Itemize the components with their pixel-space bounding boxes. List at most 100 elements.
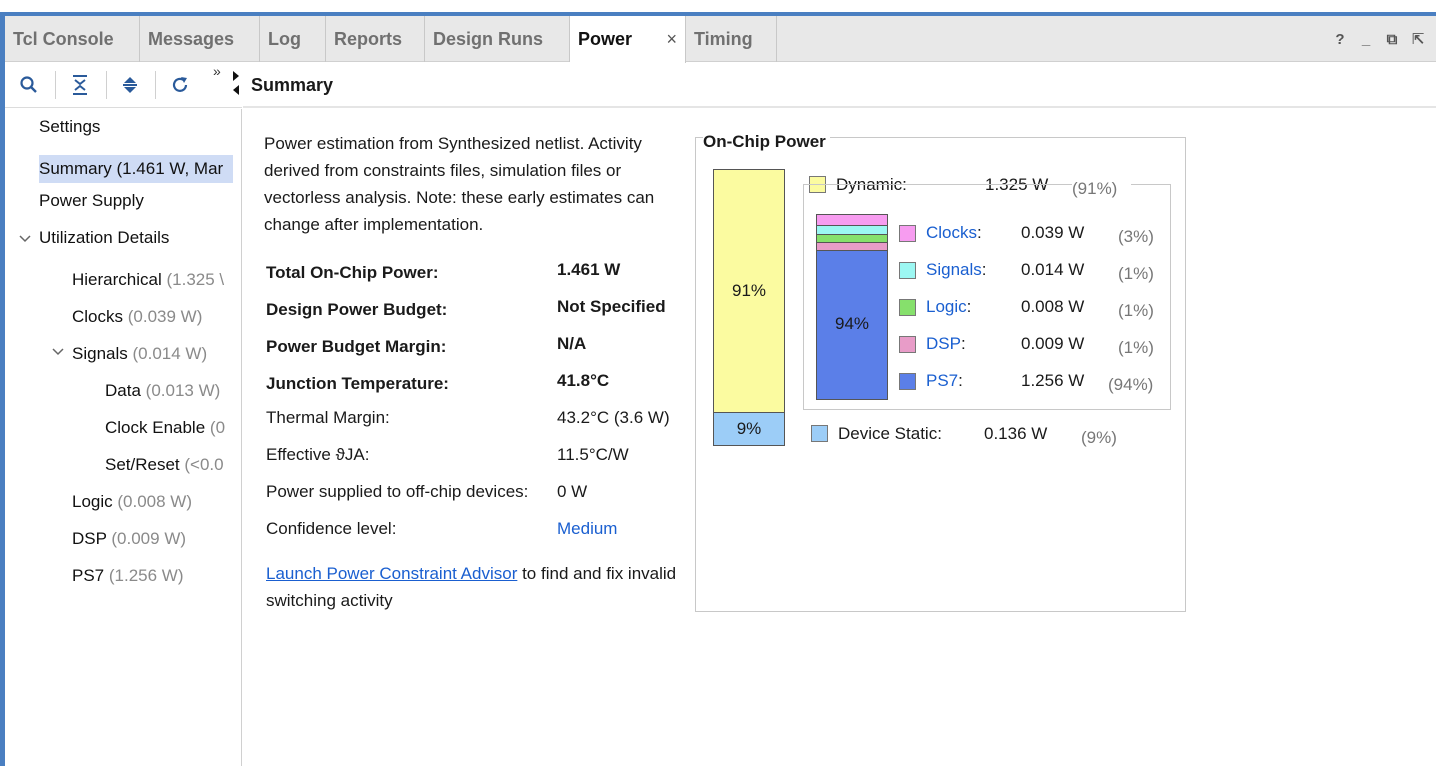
search-icon[interactable] (17, 73, 41, 97)
tree-item-set-reset[interactable]: Set/Reset (<0.0 (105, 451, 224, 479)
tree-item-utilization-details[interactable]: Utilization Details (39, 224, 169, 252)
tree-item-ps7[interactable]: PS7 (1.256 W) (72, 562, 184, 590)
tree-item-power-supply[interactable]: Power Supply (39, 187, 144, 215)
junction-temp-label: Junction Temperature: (266, 374, 449, 393)
restore-icon[interactable]: ⧉ (1384, 31, 1400, 48)
colon: : (981, 260, 987, 279)
tree-item-value: (0.009 W) (111, 529, 187, 548)
on-chip-power-title: On-Chip Power (703, 132, 830, 152)
tab-label: Power (578, 29, 633, 49)
chevron-down-icon[interactable] (52, 348, 64, 356)
signals-link[interactable]: Signals (926, 260, 982, 279)
effective-theta-label: Effective ϑJA: (266, 445, 370, 464)
junction-temp-value: 41.8°C (557, 371, 610, 390)
tab-label: Messages (148, 28, 235, 49)
tree-item-value: (1.256 W) (108, 566, 184, 585)
ps7-link[interactable]: PS7 (926, 371, 958, 390)
tab-timing[interactable]: Timing (686, 16, 777, 62)
tab-bar: Tcl Console Messages Log Reports Design … (5, 16, 1436, 63)
tab-design-runs[interactable]: Design Runs (425, 16, 570, 62)
clocks-swatch (899, 225, 916, 242)
static-swatch (811, 425, 828, 442)
logic-pct: (1%) (1118, 301, 1154, 320)
static-bar-label: 9% (736, 419, 762, 438)
dynamic-bar-label: 91% (731, 281, 767, 300)
signals-row: Signals: (926, 260, 987, 280)
logic-link[interactable]: Logic (926, 297, 967, 316)
signals-swatch (899, 262, 916, 279)
tree-item-clocks[interactable]: Clocks (0.039 W) (72, 303, 202, 331)
dsp-value: 0.009 W (1021, 334, 1085, 353)
off-chip-power-value: 0 W (557, 482, 588, 501)
report-tree: Settings Summary (1.461 W, Mar Power Sup… (5, 109, 242, 766)
total-power-label: Total On-Chip Power: (266, 263, 439, 282)
tree-item-summary[interactable]: Summary (1.461 W, Mar (39, 155, 233, 183)
help-icon[interactable]: ? (1332, 31, 1348, 48)
tree-item-value: (0.008 W) (117, 492, 193, 511)
tab-log[interactable]: Log (260, 16, 326, 62)
tab-tcl-console[interactable]: Tcl Console (5, 16, 140, 62)
logic-value: 0.008 W (1021, 297, 1085, 316)
tree-item-label: Settings (39, 117, 101, 136)
tree-item-value: (0.013 W) (145, 381, 221, 400)
tree-item-value: (<0.0 (184, 455, 224, 474)
thermal-margin-label: Thermal Margin: (266, 408, 390, 427)
dsp-row: DSP: (926, 334, 966, 354)
tree-item-clock-enable[interactable]: Clock Enable (0 (105, 414, 225, 442)
chevron-down-icon[interactable] (19, 235, 31, 243)
clocks-pct: (3%) (1118, 227, 1154, 246)
dsp-link[interactable]: DSP (926, 334, 961, 353)
close-icon[interactable]: × (666, 29, 677, 50)
refresh-icon[interactable] (168, 73, 192, 97)
static-value: 0.136 W (984, 424, 1048, 443)
budget-margin-label: Power Budget Margin: (266, 337, 447, 356)
clocks-link[interactable]: Clocks (926, 223, 977, 242)
advisor-note: Launch Power Constraint Advisor to find … (266, 560, 686, 614)
tree-item-hierarchical[interactable]: Hierarchical (1.325 \ (72, 266, 224, 294)
tree-item-label: Clocks (72, 307, 124, 326)
static-label: Device Static: (838, 424, 942, 443)
signals-value: 0.014 W (1021, 260, 1085, 279)
tree-item-label: Utilization Details (39, 228, 170, 247)
static-pct: (9%) (1081, 428, 1117, 447)
signals-bar-segment (817, 226, 887, 235)
clocks-bar-segment (817, 215, 887, 226)
tab-power[interactable]: Power × (570, 16, 686, 63)
thermal-margin-value: 43.2°C (3.6 W) (557, 408, 670, 427)
tree-item-signals[interactable]: Signals (0.014 W) (72, 340, 207, 368)
tab-messages[interactable]: Messages (140, 16, 260, 62)
tree-item-label: Logic (72, 492, 113, 511)
logic-bar-segment (817, 235, 887, 243)
tree-item-value: (0.039 W) (127, 307, 203, 326)
expand-all-icon[interactable] (118, 73, 142, 97)
collapse-all-icon[interactable] (68, 73, 92, 97)
ps7-value: 1.256 W (1021, 371, 1085, 390)
effective-theta-value: 11.5°C/W (557, 445, 629, 464)
colon: : (977, 223, 982, 242)
overflow-chevron-icon[interactable]: » (213, 63, 221, 79)
tab-label: Tcl Console (13, 28, 114, 49)
power-budget-label: Design Power Budget: (266, 300, 448, 319)
colon: : (960, 334, 966, 353)
tree-item-label: Set/Reset (105, 455, 180, 474)
dsp-bar-segment (817, 243, 887, 251)
float-icon[interactable]: ⇱ (1410, 30, 1426, 48)
splitter-handle[interactable] (233, 71, 239, 97)
budget-margin-value: N/A (557, 334, 587, 353)
tab-reports[interactable]: Reports (326, 16, 425, 62)
ps7-swatch (899, 373, 916, 390)
tab-label: Reports (334, 28, 403, 49)
tree-item-label: Hierarchical (72, 270, 162, 289)
tree-item-label: Signals (72, 344, 128, 363)
tree-item-dsp[interactable]: DSP (0.009 W) (72, 525, 186, 553)
confidence-level-link[interactable]: Medium (557, 519, 617, 539)
tree-item-settings[interactable]: Settings (39, 113, 100, 141)
clocks-value: 0.039 W (1021, 223, 1085, 242)
tree-item-logic[interactable]: Logic (0.008 W) (72, 488, 192, 516)
ps7-bar-label: 94% (834, 314, 870, 333)
logic-swatch (899, 299, 916, 316)
page-title: Summary (251, 75, 334, 95)
tree-item-data[interactable]: Data (0.013 W) (105, 377, 220, 405)
power-constraint-advisor-link[interactable]: Launch Power Constraint Advisor (266, 564, 517, 583)
minimize-icon[interactable]: _ (1358, 31, 1374, 48)
